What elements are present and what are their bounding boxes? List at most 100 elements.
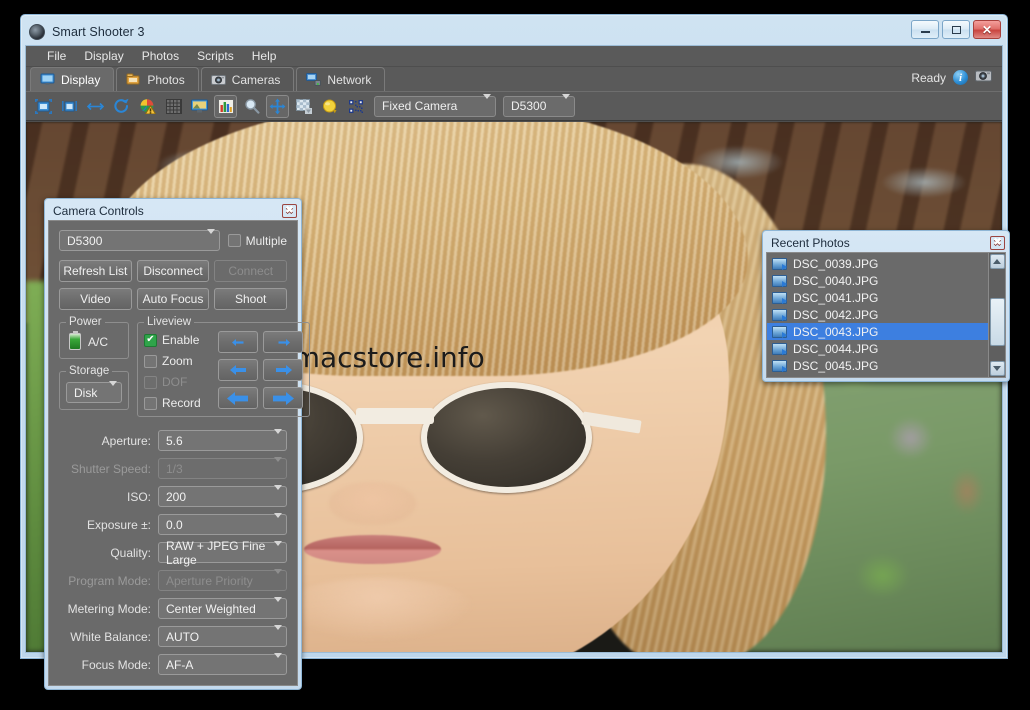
tab-cameras[interactable]: Cameras	[200, 67, 295, 91]
fit-width-icon[interactable]	[84, 95, 107, 118]
menu-item-photos[interactable]: Photos	[133, 47, 188, 65]
connection-button-row: Refresh List Disconnect Connect	[59, 260, 288, 282]
fit-to-window-icon[interactable]	[32, 95, 55, 118]
white-balance-row: White Balance: AUTO	[59, 624, 287, 647]
list-item-label: DSC_0042.JPG	[793, 307, 879, 322]
focus-mode-dropdown[interactable]: AF-A	[158, 652, 287, 675]
right-arrow-large-button[interactable]	[263, 387, 303, 409]
maximize-button[interactable]	[942, 20, 970, 39]
storage-dropdown[interactable]: Disk	[66, 380, 122, 403]
aperture-value: 5.6	[166, 433, 183, 448]
auto-focus-button[interactable]: Auto Focus	[136, 288, 210, 310]
refresh-list-button[interactable]: Refresh List	[59, 260, 132, 282]
move-tool-icon[interactable]	[266, 94, 289, 118]
shoot-button[interactable]: Shoot	[214, 288, 288, 310]
tab-network[interactable]: Network	[296, 67, 386, 91]
highlight-icon[interactable]	[318, 95, 341, 118]
screen-overlay-icon[interactable]	[188, 95, 211, 118]
metering-mode-dropdown[interactable]: Center Weighted	[158, 596, 287, 619]
liveview-enable-checkbox[interactable]: Enable	[144, 333, 210, 347]
actual-size-icon[interactable]	[58, 95, 81, 118]
magnifier-icon[interactable]	[240, 95, 263, 118]
left-arrow-medium-button[interactable]	[218, 359, 258, 381]
list-item-label: DSC_0044.JPG	[793, 341, 879, 356]
checkbox-label: DOF	[162, 375, 188, 389]
quality-row: Quality: RAW + JPEG Fine Large	[59, 539, 287, 567]
exposure-dropdown[interactable]: 0.0	[158, 512, 287, 535]
quality-label: Quality:	[110, 545, 151, 560]
program-mode-dropdown: Aperture Priority	[158, 568, 287, 591]
list-item[interactable]: DSC_0039.JPG	[767, 255, 988, 272]
power-value: A/C	[88, 334, 109, 349]
scrollbar-thumb[interactable]	[989, 298, 1005, 347]
camera-model-dropdown[interactable]: D5300	[503, 94, 575, 117]
close-icon[interactable]: ✖	[282, 204, 297, 218]
metering-mode-row: Metering Mode: Center Weighted	[59, 596, 287, 619]
chevron-down-icon	[199, 228, 215, 248]
menu-item-display[interactable]: Display	[75, 47, 132, 65]
scroll-up-arrow[interactable]	[989, 254, 1005, 269]
iso-dropdown[interactable]: 200	[158, 484, 287, 507]
chevron-down-icon	[473, 94, 491, 113]
info-icon[interactable]: i	[953, 70, 968, 85]
camera-status-icon[interactable]	[975, 68, 992, 87]
focus-mode-label: Focus Mode:	[81, 657, 151, 672]
left-arrow-small-button[interactable]	[218, 331, 258, 353]
storage-legend: Storage	[69, 365, 110, 377]
shutter-speed-dropdown: 1/3	[158, 456, 287, 479]
checkbox-box	[144, 375, 157, 389]
minimize-icon	[920, 31, 930, 33]
right-arrow-medium-button[interactable]	[263, 359, 303, 381]
camera-select-dropdown[interactable]: D5300	[59, 228, 220, 251]
menu-item-help[interactable]: Help	[243, 47, 286, 65]
photo-file-icon	[772, 257, 787, 270]
quality-dropdown[interactable]: RAW + JPEG Fine Large	[158, 539, 287, 567]
liveview-group: Liveview Enable Zoom DOF	[137, 316, 310, 417]
camera-mode-dropdown[interactable]: Fixed Camera	[374, 94, 496, 117]
list-item[interactable]: DSC_0040.JPG	[767, 272, 988, 289]
disconnect-button[interactable]: Disconnect	[136, 260, 210, 282]
recent-photos-scrollbar[interactable]	[988, 253, 1005, 377]
histogram-icon[interactable]	[214, 94, 237, 118]
storage-group: Storage Disk	[59, 365, 129, 410]
close-icon[interactable]: ✖	[990, 236, 1005, 250]
battery-icon	[69, 331, 81, 350]
chevron-down-icon	[101, 380, 117, 400]
exposure-row: Exposure ±: 0.0	[59, 512, 287, 535]
white-balance-dropdown[interactable]: AUTO	[158, 624, 287, 647]
scrollbar-track[interactable]	[989, 269, 1005, 361]
transparency-icon[interactable]	[292, 95, 315, 118]
exposure-label: Exposure ±:	[87, 517, 151, 532]
minimize-button[interactable]	[911, 20, 939, 39]
color-warning-icon[interactable]	[136, 95, 159, 118]
panel-title: Camera Controls	[53, 204, 144, 218]
refresh-icon[interactable]	[110, 95, 133, 118]
scroll-down-arrow[interactable]	[989, 361, 1005, 376]
list-item[interactable]: DSC_0042.JPG	[767, 306, 988, 323]
list-item[interactable]: DSC_0045.JPG	[767, 357, 988, 374]
video-button[interactable]: Video	[59, 288, 132, 310]
recent-photos-list[interactable]: DSC_0039.JPG DSC_0040.JPG DSC_0041.JPG D…	[767, 253, 988, 377]
close-button[interactable]: ✕	[973, 20, 1001, 39]
grid-icon[interactable]	[162, 95, 185, 118]
liveview-zoom-checkbox[interactable]: Zoom	[144, 354, 210, 368]
liveview-record-checkbox[interactable]: Record	[144, 396, 210, 410]
aperture-dropdown[interactable]: 5.6	[158, 428, 287, 451]
menu-item-scripts[interactable]: Scripts	[188, 47, 243, 65]
right-arrow-small-button[interactable]	[263, 331, 303, 353]
list-item-selected[interactable]: DSC_0043.JPG	[767, 323, 988, 340]
liveview-arrow-buttons	[218, 331, 303, 410]
menu-item-file[interactable]: File	[38, 47, 75, 65]
focus-mode-row: Focus Mode: AF-A	[59, 652, 287, 675]
multiple-checkbox[interactable]: Multiple	[227, 234, 287, 248]
left-arrow-large-button[interactable]	[218, 387, 258, 409]
tab-display[interactable]: Display	[30, 67, 115, 91]
tab-photos[interactable]: Photos	[116, 67, 199, 91]
quality-value: RAW + JPEG Fine Large	[166, 538, 266, 567]
camera-controls-title-bar: Camera Controls ✖	[48, 202, 298, 220]
list-item[interactable]: DSC_0044.JPG	[767, 340, 988, 357]
focus-mode-value: AF-A	[166, 657, 194, 672]
list-item[interactable]: DSC_0041.JPG	[767, 289, 988, 306]
qr-code-icon[interactable]	[344, 95, 367, 118]
shutter-speed-label: Shutter Speed:	[70, 461, 151, 476]
